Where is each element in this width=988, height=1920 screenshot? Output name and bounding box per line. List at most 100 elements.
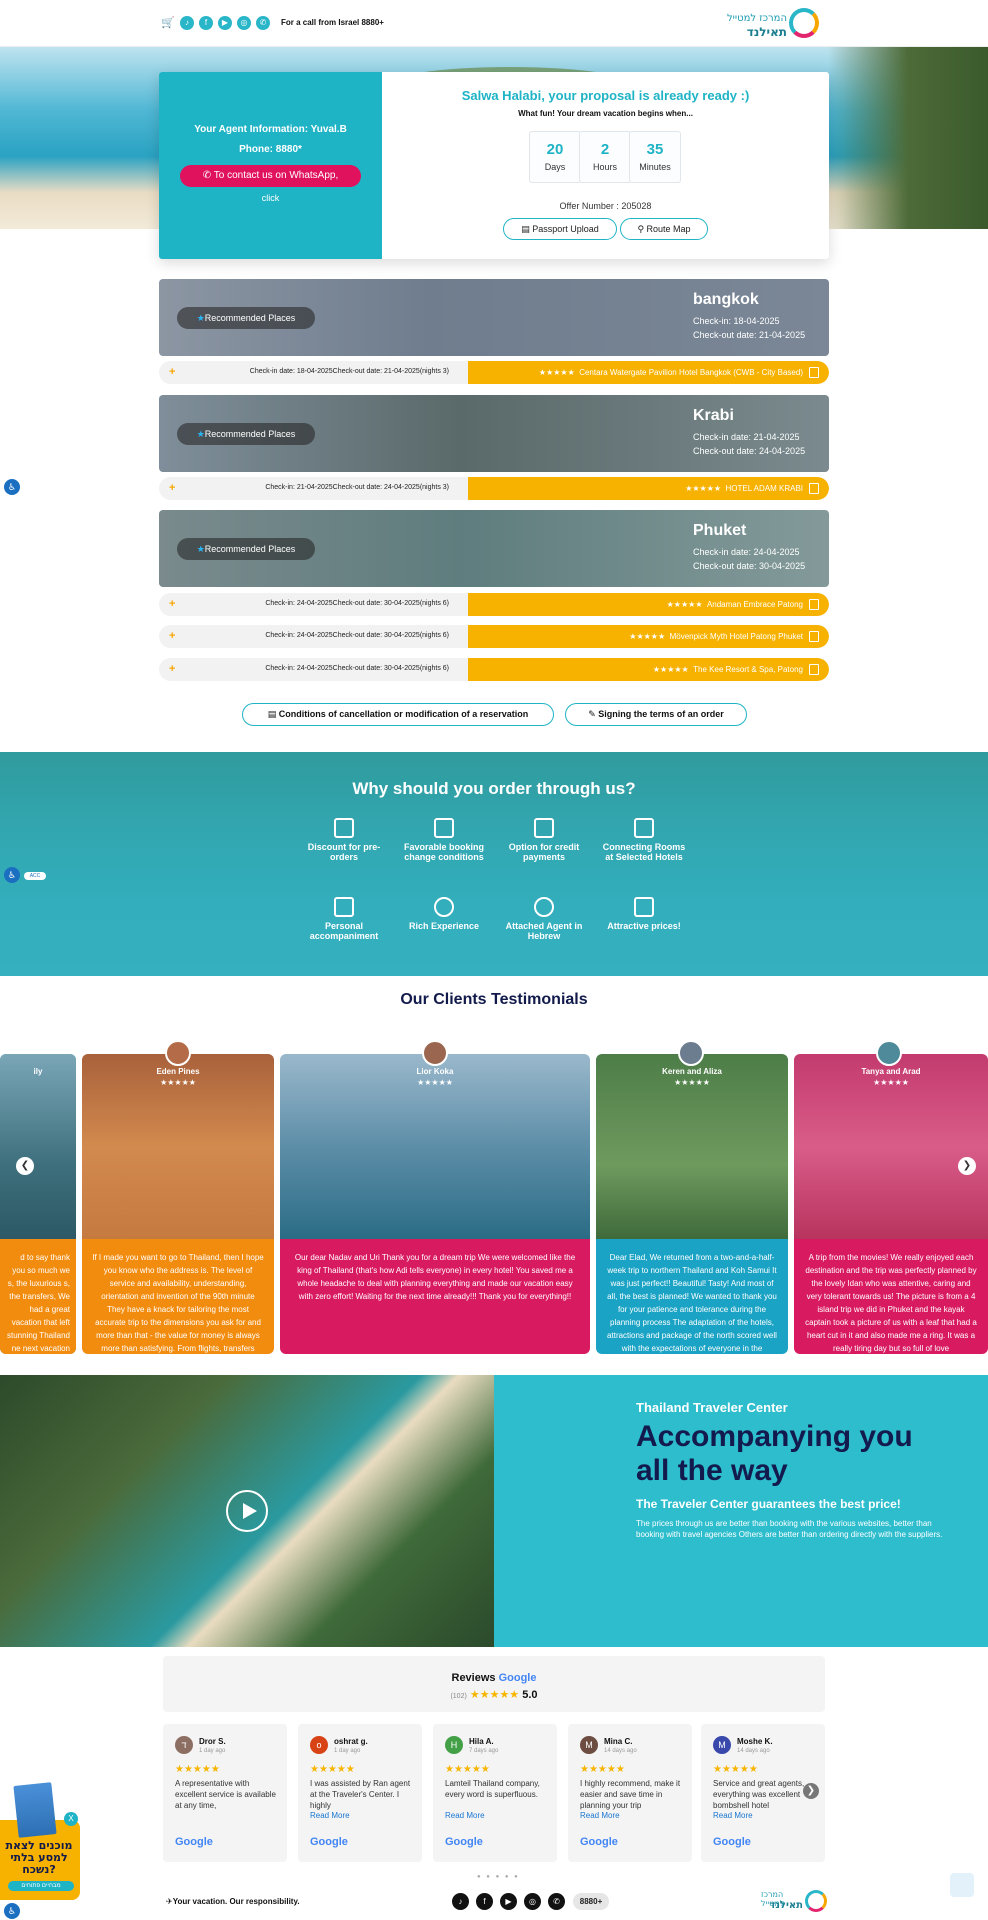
accompany-paragraph: The prices through us are better than bo…	[636, 1519, 943, 1539]
accompany-section: Thailand Traveler Center Accompanying yo…	[0, 1375, 988, 1647]
carousel-prev-button[interactable]: ❮	[16, 1157, 34, 1175]
call-text[interactable]: For a call from Israel 8880+	[281, 18, 384, 27]
footer-slogan: ✈Your vacation. Our responsibility.	[166, 1897, 300, 1906]
reviews-next-button[interactable]: ❯	[803, 1783, 819, 1799]
building-icon	[809, 483, 819, 494]
cancellation-conditions-button[interactable]: ▤ Conditions of cancellation or modifica…	[242, 703, 554, 726]
review-stars: ★★★★★	[580, 1764, 625, 1775]
testimonial-stars: ★★★★★	[873, 1078, 909, 1087]
read-more-link[interactable]: Read More	[580, 1811, 620, 1820]
carousel-next-button[interactable]: ❯	[958, 1157, 976, 1175]
hotel-row[interactable]: + Check-in: 21-04-2025Check-out date: 24…	[159, 477, 829, 500]
hotel-name-bar: ★★★★★ HOTEL ADAM KRABI	[468, 477, 829, 500]
review-stars: ★★★★★	[175, 1764, 220, 1775]
reviewer-name: Moshe K.	[737, 1737, 773, 1746]
recommended-places-button[interactable]: ★Recommended Places	[177, 423, 315, 445]
site-logo[interactable]: המרכז למטייל תאילנד	[723, 8, 819, 40]
review-text: A representative with excellent service …	[175, 1779, 276, 1810]
reviewer-name: Hila A.	[469, 1737, 494, 1746]
carousel-dots[interactable]: ● ● ● ● ●	[477, 1874, 520, 1880]
review-date: 14 days ago	[737, 1748, 770, 1754]
review-stars: ★★★★★	[445, 1764, 490, 1775]
cart-icon[interactable]: 🛒	[161, 16, 175, 30]
document-icon: ▤	[267, 709, 279, 719]
hotel-row[interactable]: + Check-in date: 18-04-2025Check-out dat…	[159, 361, 829, 384]
route-map-button[interactable]: ⚲ Route Map	[620, 218, 708, 240]
expand-plus-icon[interactable]: +	[169, 663, 175, 675]
whatsapp-click-label[interactable]: click	[159, 193, 382, 203]
instagram-icon[interactable]: ◎	[237, 16, 251, 30]
hotel-row[interactable]: + Check-in: 24-04-2025Check-out date: 30…	[159, 593, 829, 616]
destination-bangkok: ★Recommended Places bangkok Check-in: 18…	[159, 279, 829, 356]
accessibility-icon[interactable]: ♿	[4, 479, 20, 495]
avatar	[876, 1040, 902, 1066]
youtube-icon[interactable]: ▶	[218, 16, 232, 30]
testimonial-name: Lior Koka	[416, 1067, 454, 1076]
read-more-link[interactable]: Read More	[310, 1811, 350, 1820]
accessibility-label: ACC	[24, 872, 46, 880]
review-stars: ★★★★★	[310, 1764, 355, 1775]
destination-checkout: Check-out date: 21-04-2025	[693, 330, 806, 340]
testimonial-text: If I made you want to go to Thailand, th…	[82, 1239, 274, 1354]
sign-terms-button[interactable]: ✎ Signing the terms of an order	[565, 703, 747, 726]
reviewer-name: Mina C.	[604, 1737, 633, 1746]
ticket-icon	[634, 897, 654, 917]
building-icon	[809, 599, 819, 610]
play-video-button[interactable]	[226, 1490, 268, 1532]
review-card: ד Dror S. 1 day ago ★★★★★ A representati…	[163, 1724, 287, 1862]
hotel-dates: Check-in: 24-04-2025Check-out date: 30-0…	[265, 632, 449, 639]
review-text: Service and great agents, everything was…	[713, 1779, 805, 1810]
hotel-dates: Check-in date: 18-04-2025Check-out date:…	[249, 368, 449, 375]
hotel-row[interactable]: + Check-in: 24-04-2025Check-out date: 30…	[159, 625, 829, 648]
hotel-row[interactable]: + Check-in: 24-04-2025Check-out date: 30…	[159, 658, 829, 681]
avatar: M	[713, 1736, 731, 1754]
instagram-icon[interactable]: ◎	[524, 1893, 541, 1910]
expand-plus-icon[interactable]: +	[169, 630, 175, 642]
footer-phone[interactable]: 8880+	[573, 1893, 609, 1910]
accompany-kicker: Thailand Traveler Center	[636, 1400, 788, 1415]
review-date: 7 days ago	[469, 1748, 499, 1754]
passport-upload-button[interactable]: ▤ Passport Upload	[503, 218, 617, 240]
expand-plus-icon[interactable]: +	[169, 482, 175, 494]
whatsapp-icon: ✆	[202, 170, 214, 181]
destination-checkin: Check-in date: 24-04-2025	[693, 547, 800, 557]
youtube-icon[interactable]: ▶	[500, 1893, 517, 1910]
recommended-places-button[interactable]: ★Recommended Places	[177, 538, 315, 560]
reviewer-name: Dror S.	[199, 1737, 226, 1746]
check-circle-icon	[434, 897, 454, 917]
site-footer: ✈Your vacation. Our responsibility. ♪ f …	[0, 1882, 988, 1920]
promo-widget[interactable]: מוכנים לצאת למסע בלתי נשכח? מבחיים פתוחי…	[0, 1782, 80, 1900]
read-more-link[interactable]: Read More	[445, 1811, 485, 1820]
scroll-top-button[interactable]	[950, 1873, 974, 1897]
footer-logo[interactable]: המרכז למטייל תאילנד	[761, 1888, 827, 1914]
recommended-places-button[interactable]: ★Recommended Places	[177, 307, 315, 329]
google-logo: Google	[713, 1836, 751, 1848]
tiktok-icon[interactable]: ♪	[452, 1893, 469, 1910]
testimonial-card: ily d to say thank you so much we s, the…	[0, 1054, 76, 1354]
avatar: ד	[175, 1736, 193, 1754]
countdown-hours: 2 Hours	[579, 131, 631, 183]
hotel-name-bar: ★★★★★ The Kee Resort & Spa, Patong	[468, 658, 829, 681]
accompany-subtitle: The Traveler Center guarantees the best …	[636, 1497, 901, 1511]
tiktok-icon[interactable]: ♪	[180, 16, 194, 30]
why-title: Why should you order through us?	[352, 779, 636, 798]
edit-icon: ✎	[588, 709, 599, 719]
review-date: 14 days ago	[604, 1748, 637, 1754]
accessibility-icon[interactable]: ♿	[4, 1903, 20, 1919]
testimonial-stars: ★★★★★	[417, 1078, 453, 1087]
accessibility-icon[interactable]: ♿	[4, 867, 20, 883]
testimonial-stars: ★★★★★	[674, 1078, 710, 1087]
brochure-image	[13, 1782, 57, 1838]
avatar: o	[310, 1736, 328, 1754]
whatsapp-button[interactable]: ✆ To contact us on WhatsApp,	[180, 165, 361, 187]
close-icon[interactable]: X	[64, 1812, 78, 1826]
whatsapp-icon[interactable]: ✆	[256, 16, 270, 30]
facebook-icon[interactable]: f	[199, 16, 213, 30]
read-more-link[interactable]: Read More	[713, 1811, 753, 1820]
expand-plus-icon[interactable]: +	[169, 366, 175, 378]
reviews-score: (102) ★★★★★ 5.0	[450, 1689, 538, 1701]
expand-plus-icon[interactable]: +	[169, 598, 175, 610]
whatsapp-icon[interactable]: ✆	[548, 1893, 565, 1910]
feature-item: Option for credit payments	[499, 818, 589, 862]
facebook-icon[interactable]: f	[476, 1893, 493, 1910]
